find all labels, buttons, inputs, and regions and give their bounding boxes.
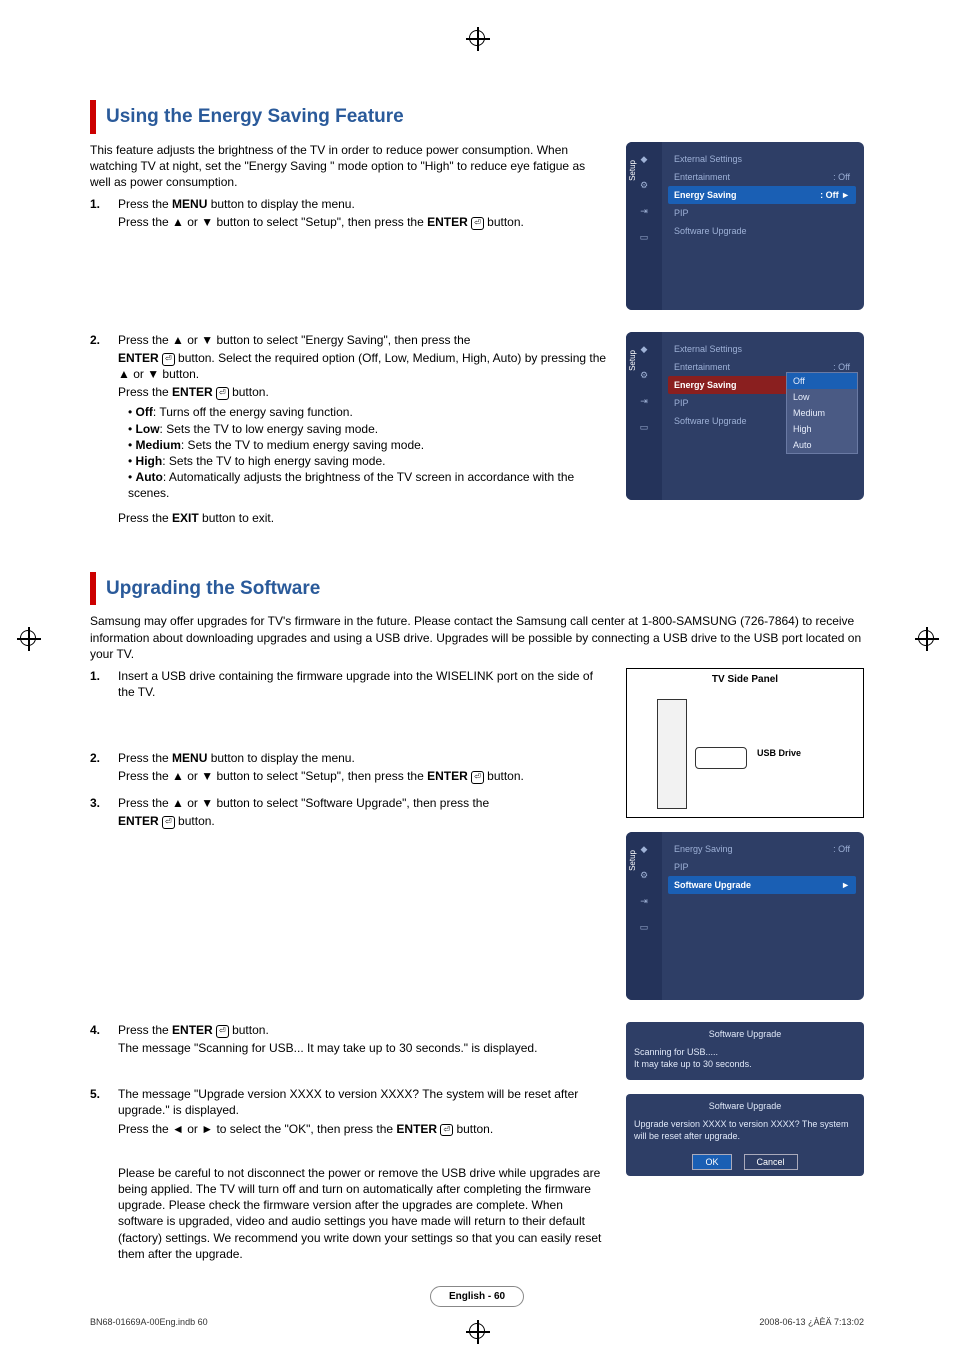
app-icon: ▭ [637,920,651,934]
section-title-upgrading-software: Upgrading the Software [90,572,864,606]
enter-icon: ⏎ [216,387,229,400]
s2-step3-line2: ENTER ⏎ button. [118,813,608,829]
gear-icon: ⚙ [637,368,651,382]
osd-item: PIP [668,858,856,876]
osd-submenu-item: Low [787,389,857,405]
s2-step4-line1: Press the ENTER ⏎ button. [118,1022,608,1038]
osd-item: External Settings [668,340,856,358]
step-number: 1. [90,668,108,702]
osd-sidebar-label: Setup [628,160,639,181]
input-icon: ⇥ [637,894,651,908]
step1-line2: Press the ▲ or ▼ button to select "Setup… [118,214,608,230]
doc-timestamp: 2008-06-13 ¿ÀÈÄ 7:13:02 [759,1317,864,1327]
osd-item: External Settings [668,150,856,168]
step-number: 5. [90,1086,108,1139]
registration-mark-bottom [469,1323,485,1339]
s2-step5-line1: The message "Upgrade version XXXX to ver… [118,1086,608,1118]
step-number: 3. [90,795,108,831]
step1-line1: Press the MENU button to display the men… [118,196,608,212]
ok-button[interactable]: OK [692,1154,731,1170]
plug-icon: ◆ [637,842,651,856]
app-icon: ▭ [637,230,651,244]
enter-icon: ⏎ [440,1124,453,1137]
dlg1-title: Software Upgrade [634,1028,856,1040]
dialog-scanning-usb: Software Upgrade Scanning for USB..... I… [626,1022,864,1080]
tvfig-title: TV Side Panel [712,673,778,687]
step-number: 1. [90,196,108,232]
exit-instruction: Press the EXIT button to exit. [118,510,608,526]
doc-file-name: BN68-01669A-00Eng.indb 60 [90,1317,208,1327]
dlg2-body: Upgrade version XXXX to version XXXX? Th… [634,1118,856,1146]
osd-submenu-item: Auto [787,437,857,453]
step2-line1: Press the ▲ or ▼ button to select "Energ… [118,332,608,348]
step2-line3: Press the ENTER ⏎ button. [118,384,608,400]
registration-mark-top [469,30,485,46]
osd-submenu: OffLowMediumHighAuto [786,372,858,455]
s2-warning: Please be careful to not disconnect the … [90,1165,608,1262]
page-number-pill: English - 60 [430,1286,524,1308]
s2-step2-line2: Press the ▲ or ▼ button to select "Setup… [118,768,608,784]
energy-options-list: Off: Turns off the energy saving functio… [118,404,608,501]
osd-item: Software Upgrade ► [668,876,856,894]
dlg2-title: Software Upgrade [634,1100,856,1112]
enter-icon: ⏎ [471,217,484,230]
section-title-energy-saving: Using the Energy Saving Feature [90,100,864,134]
input-icon: ⇥ [637,394,651,408]
osd-item: Energy Saving: Off [668,840,856,858]
usb-drive-label: USB Drive [757,747,801,759]
plug-icon: ◆ [637,152,651,166]
osd-submenu-item: Medium [787,405,857,421]
section1-intro: This feature adjusts the brightness of t… [90,142,608,191]
s2-step1: Insert a USB drive containing the firmwa… [118,668,608,700]
enter-icon: ⏎ [216,1025,229,1038]
section2-intro: Samsung may offer upgrades for TV's firm… [90,613,864,662]
dlg1-body-line2: It may take up to 30 seconds. [634,1058,856,1070]
app-icon: ▭ [637,420,651,434]
osd-panel-1: Setup ◆ ⚙ ⇥ ▭ External SettingsEntertain… [626,142,864,310]
osd-panel-3: Setup ◆ ⚙ ⇥ ▭ Energy Saving: OffPIPSoftw… [626,832,864,1000]
osd-panel-2: Setup ◆ ⚙ ⇥ ▭ External SettingsEntertain… [626,332,864,500]
dialog-upgrade-confirm: Software Upgrade Upgrade version XXXX to… [626,1094,864,1176]
osd-submenu-item: Off [787,373,857,389]
registration-mark-right [918,630,934,646]
plug-icon: ◆ [637,342,651,356]
registration-mark-left [20,630,36,646]
osd-item: Software Upgrade [668,222,856,240]
gear-icon: ⚙ [637,178,651,192]
s2-step5-line2: Press the ◄ or ► to select the "OK", the… [118,1121,608,1137]
osd-item: Energy Saving: Off ► [668,186,856,204]
gear-icon: ⚙ [637,868,651,882]
enter-icon: ⏎ [471,771,484,784]
enter-icon: ⏎ [162,353,175,366]
step-number: 2. [90,332,108,528]
cancel-button[interactable]: Cancel [744,1154,798,1170]
usb-drive-icon [695,747,747,769]
tv-port-block [657,699,687,809]
step-number: 2. [90,750,108,786]
s2-step3-line1: Press the ▲ or ▼ button to select "Softw… [118,795,608,811]
input-icon: ⇥ [637,204,651,218]
osd-item: PIP [668,204,856,222]
osd-sidebar-label: Setup [628,350,639,371]
s2-step2-line1: Press the MENU button to display the men… [118,750,608,766]
step2-line2: ENTER ⏎ button. Select the required opti… [118,350,608,382]
s2-step4-line2: The message "Scanning for USB... It may … [118,1040,608,1056]
step-number: 4. [90,1022,108,1058]
osd-sidebar-label: Setup [628,850,639,871]
dlg1-body-line1: Scanning for USB..... [634,1046,856,1058]
osd-submenu-item: High [787,421,857,437]
osd-item: Entertainment: Off [668,168,856,186]
tv-side-panel-figure: TV Side Panel USB Drive [626,668,864,818]
enter-icon: ⏎ [162,816,175,829]
